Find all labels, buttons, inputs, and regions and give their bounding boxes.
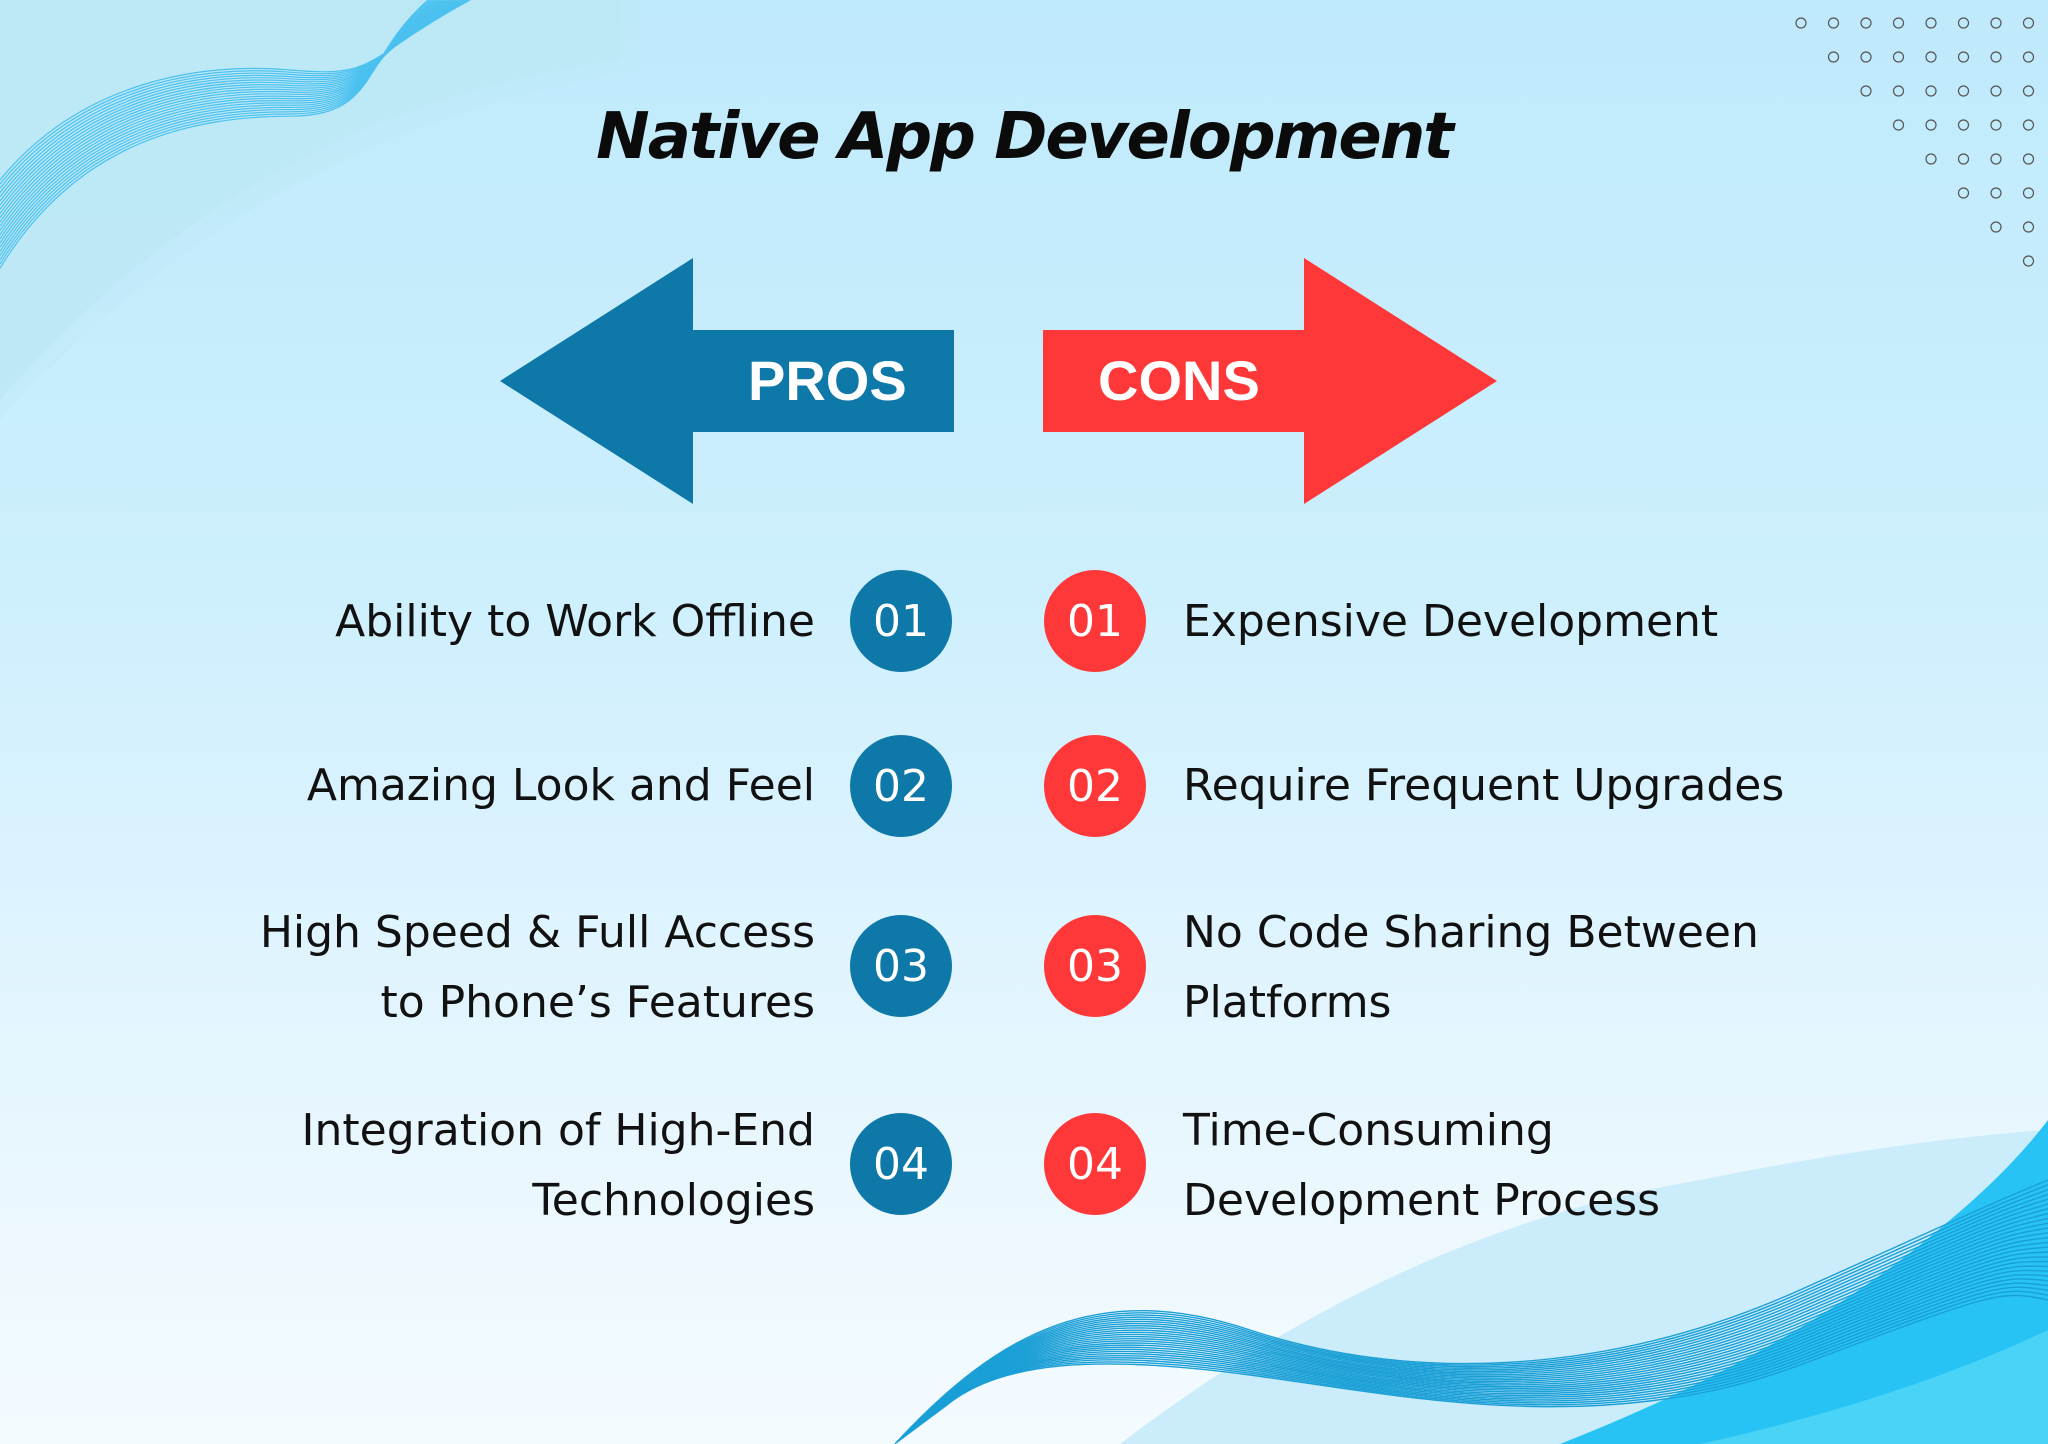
pros-item-4-line-2: Technologies xyxy=(532,1175,815,1226)
cons-item-2: Require Frequent Upgrades xyxy=(1183,751,1784,821)
cons-item-2-text: Require Frequent Upgrades xyxy=(1183,760,1785,811)
pros-item-3-line-2: to Phone’s Features xyxy=(380,977,815,1028)
pros-item-4-line-1: Integration of High-End xyxy=(301,1105,815,1156)
pros-item-1: Ability to Work Offline xyxy=(335,587,815,657)
cons-item-4-line-2: Development Process xyxy=(1183,1175,1661,1226)
cons-label: CONS xyxy=(1098,349,1260,412)
cons-item-4-line-1: Time-Consuming xyxy=(1183,1105,1554,1156)
pros-badge-2: 02 xyxy=(850,735,952,837)
cons-item-3: No Code Sharing Between Platforms xyxy=(1183,898,1759,1038)
pros-item-2-text: Amazing Look and Feel xyxy=(306,760,815,811)
pros-badge-1: 01 xyxy=(850,570,952,672)
pros-item-4: Integration of High-End Technologies xyxy=(302,1096,815,1236)
cons-item-1-text: Expensive Development xyxy=(1183,596,1719,647)
cons-item-3-line-1: No Code Sharing Between xyxy=(1183,907,1759,958)
cons-badge-1: 01 xyxy=(1044,570,1146,672)
pros-item-3-line-1: High Speed & Full Access xyxy=(259,907,815,958)
cons-item-1: Expensive Development xyxy=(1183,587,1718,657)
pros-badge-3: 03 xyxy=(850,915,952,1017)
pros-badge-4: 04 xyxy=(850,1113,952,1215)
cons-item-3-line-2: Platforms xyxy=(1183,977,1392,1028)
cons-badge-4: 04 xyxy=(1044,1113,1146,1215)
cons-badge-2: 02 xyxy=(1044,735,1146,837)
pros-item-3: High Speed & Full Access to Phone’s Feat… xyxy=(260,898,815,1038)
cons-item-4: Time-Consuming Development Process xyxy=(1183,1096,1660,1236)
pros-item-2: Amazing Look and Feel xyxy=(307,751,815,821)
cons-badge-3: 03 xyxy=(1044,915,1146,1017)
pros-label: PROS xyxy=(748,349,907,412)
pros-item-1-text: Ability to Work Offline xyxy=(335,596,815,647)
